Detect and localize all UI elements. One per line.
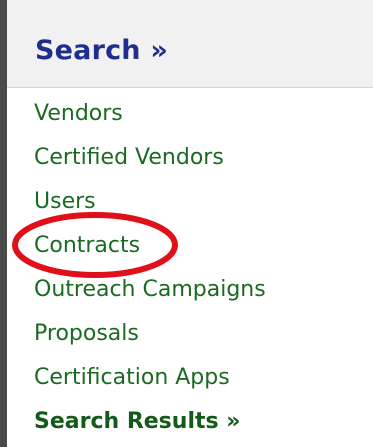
search-heading-link[interactable]: Search » [35,34,168,68]
menu-item-users[interactable]: Users [34,185,96,219]
panel-left-border [0,0,7,447]
search-sidebar-panel: Search » Vendors Certified Vendors Users… [0,0,373,447]
search-menu: Vendors Certified Vendors Users Contract… [7,89,373,447]
menu-item-search-results[interactable]: Search Results » [34,405,240,439]
menu-item-contracts[interactable]: Contracts [34,229,140,263]
menu-item-proposals[interactable]: Proposals [34,317,139,351]
menu-item-certified-vendors[interactable]: Certified Vendors [34,141,224,175]
menu-item-outreach-campaigns[interactable]: Outreach Campaigns [34,273,266,307]
menu-item-certification-apps[interactable]: Certification Apps [34,361,230,395]
menu-item-vendors[interactable]: Vendors [34,97,123,131]
search-header: Search » [7,0,373,88]
